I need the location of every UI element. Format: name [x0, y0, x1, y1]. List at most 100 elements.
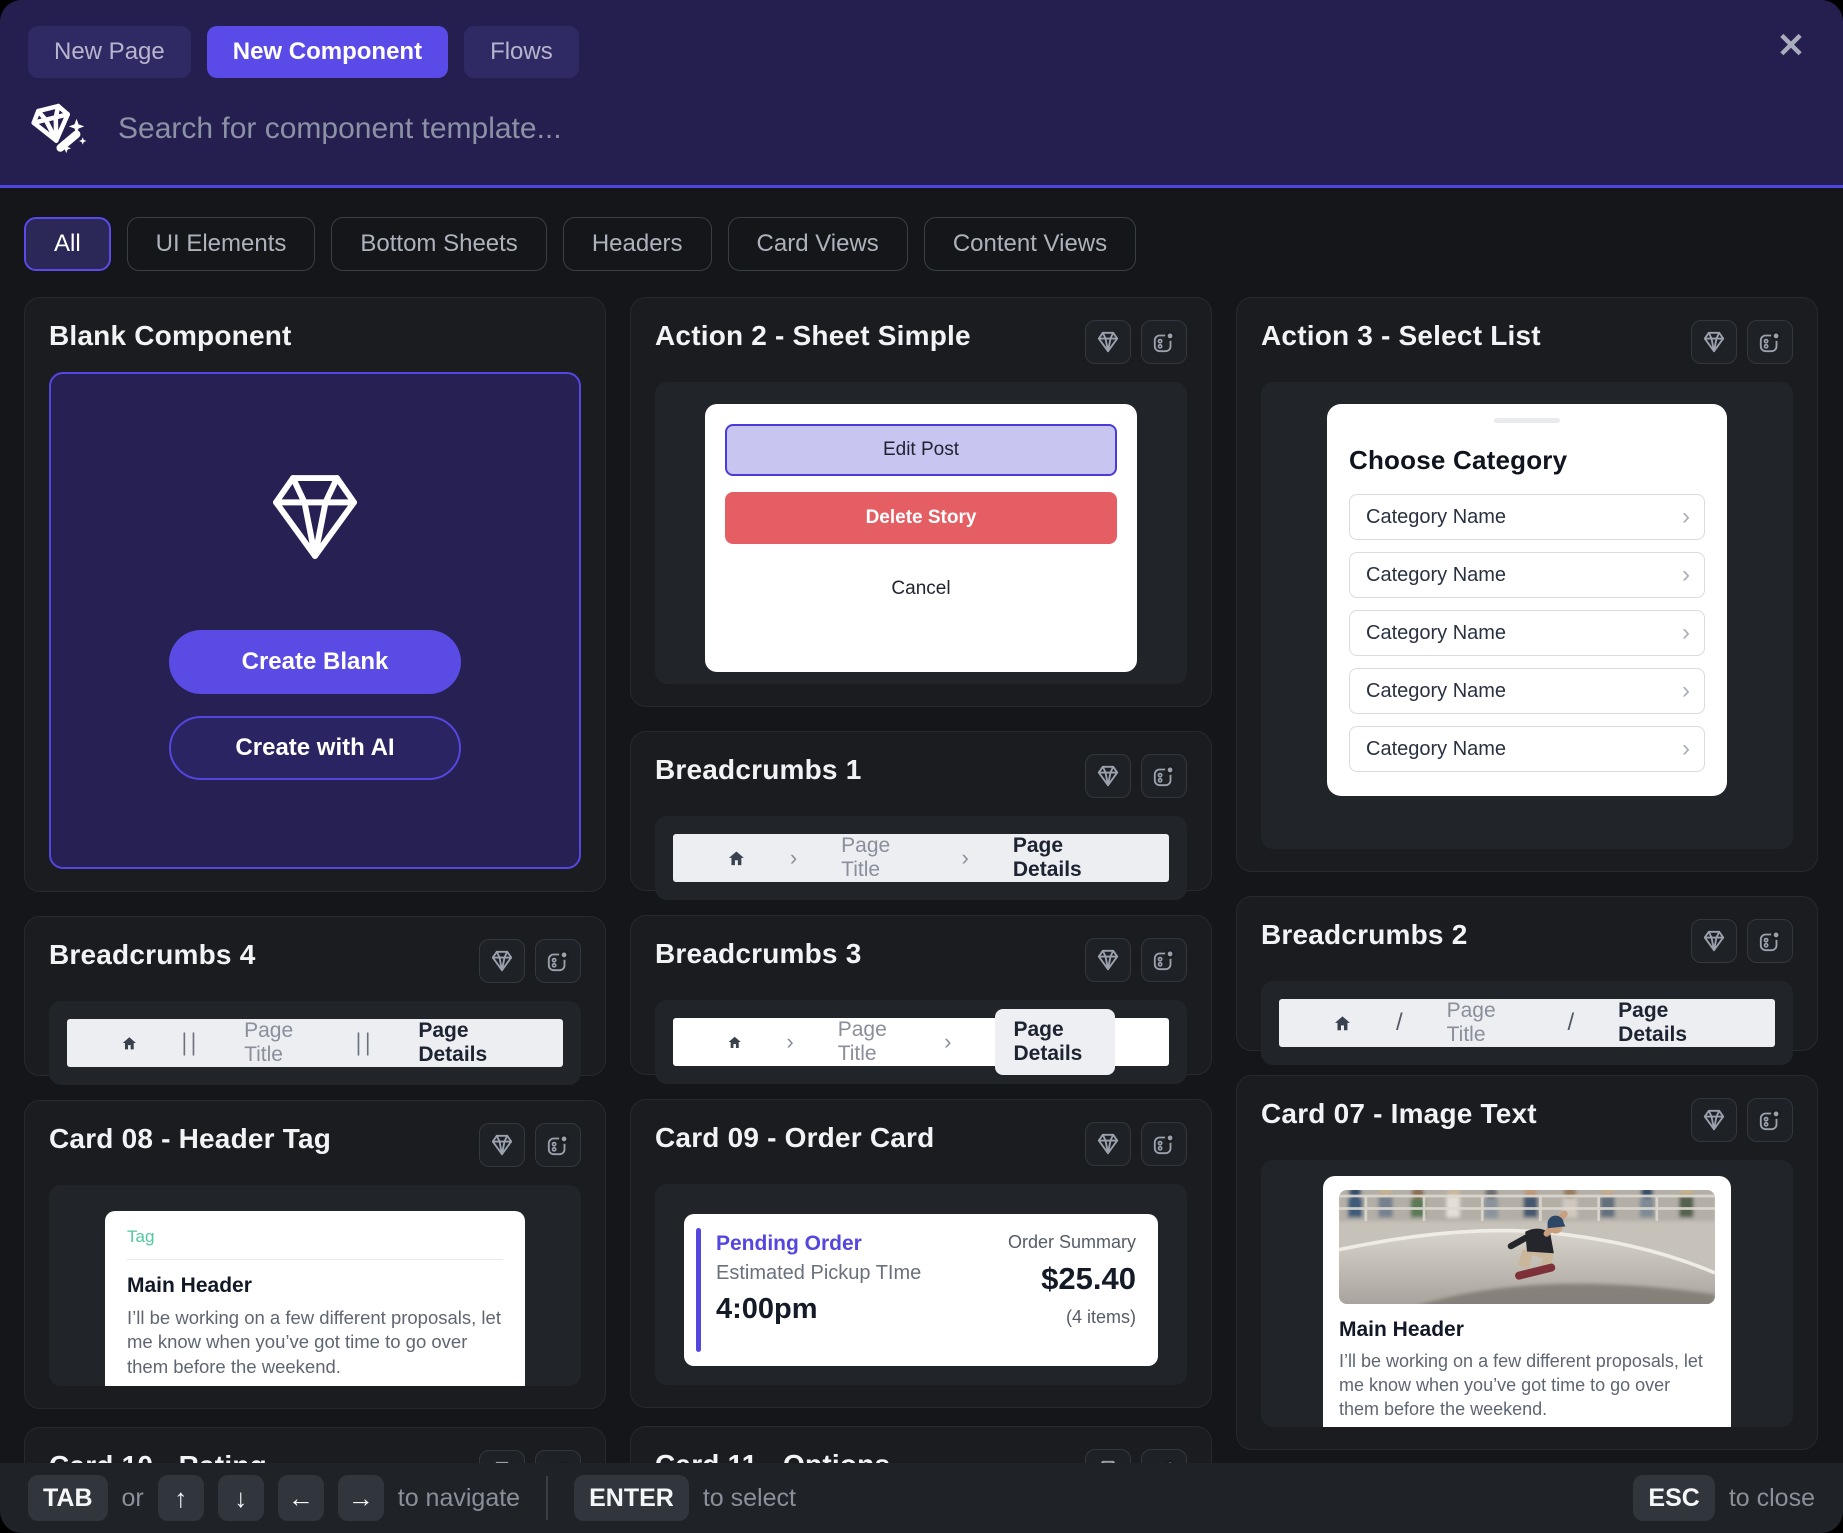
breadcrumb-page-title: Page Title: [244, 1019, 312, 1067]
esc-key-badge: ESC: [1633, 1475, 1714, 1521]
category-label: Category Name: [1366, 680, 1506, 703]
order-card-preview: Pending Order Estimated Pickup TIme 4:00…: [655, 1184, 1187, 1385]
hint-select: to select: [703, 1484, 796, 1513]
hint-navigate: to navigate: [398, 1484, 520, 1513]
component-icon-button[interactable]: [1747, 320, 1793, 364]
breadcrumb-page-details: Page Details: [418, 1019, 509, 1067]
new-component-modal: New Page New Component Flows ✕ All UI El…: [0, 0, 1843, 1533]
separator: ||: [356, 1029, 374, 1058]
tag-label: Tag: [127, 1227, 503, 1247]
grid-column-3: Action 3 - Select List Choose Catego: [1236, 297, 1818, 1533]
breadcrumbs-preview: || Page Title || Page Details: [49, 1001, 581, 1085]
home-icon: [727, 1031, 742, 1054]
filter-card-views[interactable]: Card Views: [728, 217, 908, 271]
component-icon-button[interactable]: [535, 1123, 581, 1167]
separator: /: [1396, 1009, 1403, 1037]
template-gallery: All UI Elements Bottom Sheets Headers Ca…: [0, 191, 1843, 1533]
diamond-icon: [256, 462, 374, 572]
chevron-right-icon: ›: [1682, 505, 1690, 529]
breadcrumb-page-details: Page Details: [995, 1009, 1115, 1075]
create-with-ai-button[interactable]: Create with AI: [169, 716, 461, 780]
breadcrumbs-preview: › Page Title › Page Details: [655, 1000, 1187, 1084]
create-blank-button[interactable]: Create Blank: [169, 630, 461, 694]
keyboard-hints-bar: TAB or ↑ ↓ ← → to navigate ENTER to sele…: [0, 1463, 1843, 1533]
card-title: Breadcrumbs 2: [1261, 919, 1467, 951]
filter-content-views[interactable]: Content Views: [924, 217, 1136, 271]
card-title: Card 09 - Order Card: [655, 1122, 934, 1154]
sheet-simple-preview: Edit Post Delete Story Cancel: [655, 382, 1187, 684]
diamond-icon-button[interactable]: [1691, 1098, 1737, 1142]
header-tag-preview: Tag Main Header I’ll be working on a few…: [49, 1185, 581, 1386]
component-icon-button[interactable]: [1141, 754, 1187, 798]
preview-body-text: I’ll be working on a few different propo…: [127, 1306, 503, 1379]
template-card-breadcrumbs-4[interactable]: Breadcrumbs 4 ||: [24, 916, 606, 1076]
category-row: Category Name ›: [1349, 552, 1705, 598]
tab-key-badge: TAB: [28, 1475, 108, 1521]
tab-new-component[interactable]: New Component: [207, 26, 448, 78]
tab-flows[interactable]: Flows: [464, 26, 579, 78]
blank-component-preview: Create Blank Create with AI: [49, 372, 581, 869]
grid-column-2: Action 2 - Sheet Simple Edit Post Del: [630, 297, 1212, 1533]
diamond-icon-button[interactable]: [1085, 754, 1131, 798]
accent-bar: [696, 1228, 701, 1352]
search-input[interactable]: [118, 112, 1815, 146]
skateboarder-photo: [1339, 1190, 1715, 1304]
card-title: Breadcrumbs 3: [655, 938, 861, 970]
template-card-breadcrumbs-1[interactable]: Breadcrumbs 1 ›: [630, 731, 1212, 891]
breadcrumbs-preview: / Page Title / Page Details: [1261, 981, 1793, 1065]
separator: ›: [962, 845, 969, 871]
select-list-preview: Choose Category Category Name › Category…: [1261, 382, 1793, 849]
component-icon-button[interactable]: [1747, 919, 1793, 963]
diamond-icon-button[interactable]: [1085, 320, 1131, 364]
home-icon: [121, 1032, 138, 1055]
component-icon-button[interactable]: [1141, 1122, 1187, 1166]
diamond-icon-button[interactable]: [1085, 1122, 1131, 1166]
card-title: Breadcrumbs 1: [655, 754, 861, 786]
filter-all[interactable]: All: [24, 217, 111, 271]
sheet-title: Choose Category: [1349, 445, 1705, 476]
arrow-left-icon: ←: [278, 1475, 324, 1521]
component-icon-button[interactable]: [1141, 938, 1187, 982]
grid-column-1: Blank Component Create Blank Create with…: [24, 297, 606, 1533]
image-text-preview: Main Header I’ll be working on a few dif…: [1261, 1160, 1793, 1427]
filter-ui-elements[interactable]: UI Elements: [127, 217, 316, 271]
divider: [546, 1476, 548, 1520]
template-card-action-3-select-list[interactable]: Action 3 - Select List Choose Catego: [1236, 297, 1818, 872]
filter-bottom-sheets[interactable]: Bottom Sheets: [331, 217, 546, 271]
order-summary-label: Order Summary: [1008, 1232, 1136, 1253]
arrow-up-icon: ↑: [158, 1475, 204, 1521]
template-card-action-2-sheet-simple[interactable]: Action 2 - Sheet Simple Edit Post Del: [630, 297, 1212, 707]
component-icon-button[interactable]: [535, 939, 581, 983]
breadcrumb-page-title: Page Title: [1447, 999, 1524, 1047]
pickup-time: 4:00pm: [716, 1293, 921, 1326]
diamond-icon-button[interactable]: [1691, 919, 1737, 963]
delete-story-button: Delete Story: [725, 492, 1117, 544]
order-total: $25.40: [1008, 1261, 1136, 1297]
tab-new-page[interactable]: New Page: [28, 26, 191, 78]
separator: ||: [182, 1029, 200, 1058]
diamond-icon-button[interactable]: [1691, 320, 1737, 364]
template-card-09-order-card[interactable]: Card 09 - Order Card: [630, 1099, 1212, 1408]
diamond-icon-button[interactable]: [1085, 938, 1131, 982]
template-card-08-header-tag[interactable]: Card 08 - Header Tag Tag: [24, 1100, 606, 1409]
pickup-label: Estimated Pickup TIme: [716, 1262, 921, 1285]
breadcrumb-page-title: Page Title: [838, 1018, 900, 1066]
home-icon: [727, 847, 746, 870]
breadcrumb-page-details: Page Details: [1618, 999, 1721, 1047]
category-row: Category Name ›: [1349, 726, 1705, 772]
template-card-breadcrumbs-3[interactable]: Breadcrumbs 3 ›: [630, 915, 1212, 1075]
diamond-icon-button[interactable]: [479, 1123, 525, 1167]
component-icon-button[interactable]: [1747, 1098, 1793, 1142]
template-card-breadcrumbs-2[interactable]: Breadcrumbs 2 /: [1236, 896, 1818, 1051]
card-title: Card 08 - Header Tag: [49, 1123, 331, 1155]
template-grid: Blank Component Create Blank Create with…: [0, 271, 1843, 1533]
hint-close: to close: [1729, 1484, 1815, 1513]
separator: ›: [790, 845, 797, 871]
component-icon-button[interactable]: [1141, 320, 1187, 364]
filter-headers[interactable]: Headers: [563, 217, 712, 271]
template-card-07-image-text[interactable]: Card 07 - Image Text: [1236, 1075, 1818, 1450]
modal-header: New Page New Component Flows ✕: [0, 0, 1843, 188]
diamond-icon-button[interactable]: [479, 939, 525, 983]
mode-tabs: New Page New Component Flows: [0, 0, 1843, 78]
close-icon[interactable]: ✕: [1769, 24, 1813, 68]
